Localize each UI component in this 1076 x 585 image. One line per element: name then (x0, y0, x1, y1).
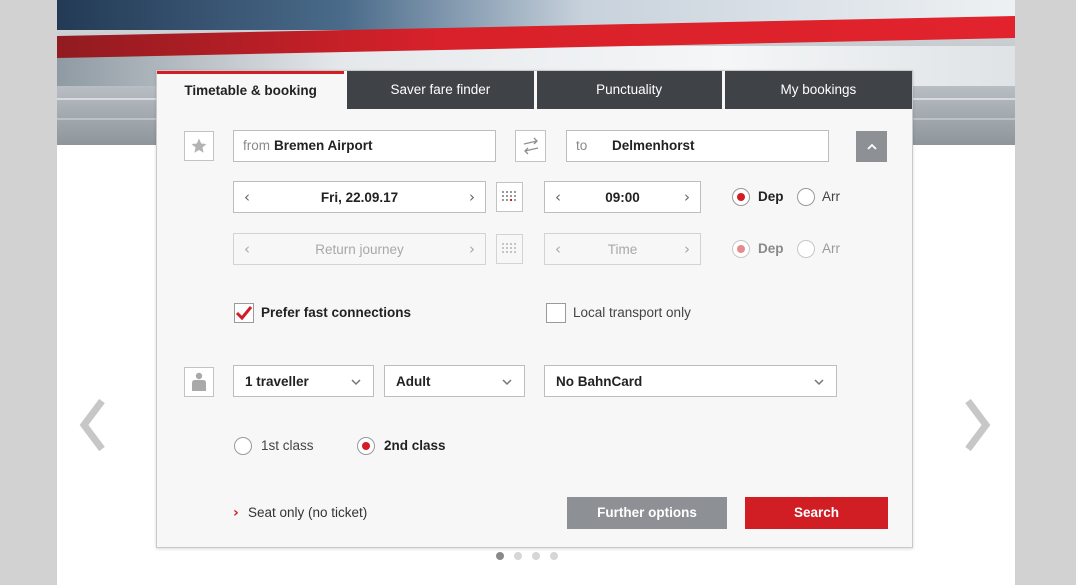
collapse-button[interactable] (856, 131, 887, 162)
chevron-down-icon (814, 379, 824, 386)
carousel-dot-3[interactable] (532, 552, 540, 560)
return-arr-label: Arr (822, 241, 840, 256)
outbound-arr-radio[interactable] (797, 188, 815, 206)
calendar-icon[interactable] (496, 182, 523, 212)
carousel-dot-4[interactable] (550, 552, 558, 560)
date-next-chevron-icon[interactable]: › (459, 188, 485, 206)
bahncard-select[interactable]: No BahnCard (544, 365, 837, 397)
outbound-date-stepper[interactable]: ‹ Fri, 22.09.17 › (233, 181, 486, 213)
from-station-value: Bremen Airport (274, 138, 373, 153)
chevron-right-icon: › (233, 505, 239, 521)
second-class-radio[interactable] (357, 437, 375, 455)
tab-saver-fare-finder[interactable]: Saver fare finder (347, 71, 534, 109)
return-date-placeholder: Return journey (315, 241, 404, 257)
carousel-next-arrow[interactable] (962, 395, 992, 455)
return-date-next-chevron-icon[interactable]: › (459, 240, 485, 258)
return-date-stepper[interactable]: ‹ Return journey › (233, 233, 486, 265)
search-button[interactable]: Search (745, 497, 888, 529)
return-calendar-icon[interactable] (496, 234, 523, 264)
return-time-placeholder: Time (607, 241, 638, 257)
to-prefix-label: to (576, 138, 588, 153)
traveller-type-select[interactable]: Adult (384, 365, 525, 397)
chevron-down-icon (351, 379, 361, 386)
tab-bar: Timetable & booking Saver fare finder Pu… (157, 71, 912, 109)
local-transport-checkbox[interactable] (546, 303, 566, 323)
tab-punctuality[interactable]: Punctuality (536, 71, 722, 109)
return-dep-label: Dep (758, 241, 784, 256)
tab-my-bookings[interactable]: My bookings (724, 71, 912, 109)
outbound-dep-label: Dep (758, 189, 784, 204)
swap-stations-icon[interactable] (515, 130, 546, 162)
time-next-chevron-icon[interactable]: › (674, 188, 700, 206)
traveller-count-select[interactable]: 1 traveller (233, 365, 374, 397)
return-arr-radio[interactable] (797, 240, 815, 258)
outbound-time-value: 09:00 (605, 189, 640, 205)
to-station-input[interactable]: to Delmenhorst (566, 130, 829, 162)
carousel-dot-2[interactable] (514, 552, 522, 560)
from-station-input[interactable]: from Bremen Airport (233, 130, 496, 162)
first-class-radio[interactable] (234, 437, 252, 455)
bahncard-value: No BahnCard (556, 373, 643, 389)
time-prev-chevron-icon[interactable]: ‹ (545, 188, 571, 206)
prefer-fast-label: Prefer fast connections (261, 305, 412, 320)
local-transport-label: Local transport only (573, 305, 691, 320)
traveller-type-value: Adult (396, 373, 431, 389)
first-class-label: 1st class (261, 438, 314, 453)
booking-panel: Timetable & booking Saver fare finder Pu… (156, 70, 913, 548)
date-prev-chevron-icon[interactable]: ‹ (234, 188, 260, 206)
to-station-value: Delmenhorst (612, 138, 695, 153)
return-time-next-chevron-icon[interactable]: › (674, 240, 700, 258)
return-date-prev-chevron-icon[interactable]: ‹ (234, 240, 260, 258)
outbound-date-value: Fri, 22.09.17 (320, 189, 399, 205)
tab-timetable-booking[interactable]: Timetable & booking (157, 71, 345, 109)
return-dep-radio[interactable] (732, 240, 750, 258)
chevron-up-icon (866, 143, 877, 150)
further-options-button[interactable]: Further options (567, 497, 727, 529)
traveller-count-value: 1 traveller (245, 373, 309, 389)
carousel-dot-1[interactable] (496, 552, 504, 560)
return-time-prev-chevron-icon[interactable]: ‹ (545, 240, 571, 258)
from-prefix-label: from (243, 138, 270, 153)
seat-only-link[interactable]: Seat only (no ticket) (248, 505, 367, 520)
traveller-person-icon (184, 367, 214, 397)
second-class-label: 2nd class (384, 438, 446, 453)
carousel-prev-arrow[interactable] (78, 395, 108, 455)
favorite-star-icon[interactable] (184, 131, 214, 161)
outbound-dep-radio[interactable] (732, 188, 750, 206)
chevron-down-icon (502, 379, 512, 386)
outbound-arr-label: Arr (822, 189, 840, 204)
prefer-fast-checkbox[interactable] (234, 303, 254, 323)
outbound-time-stepper[interactable]: ‹ 09:00 › (544, 181, 701, 213)
checkmark-icon (235, 306, 253, 321)
return-time-stepper[interactable]: ‹ Time › (544, 233, 701, 265)
